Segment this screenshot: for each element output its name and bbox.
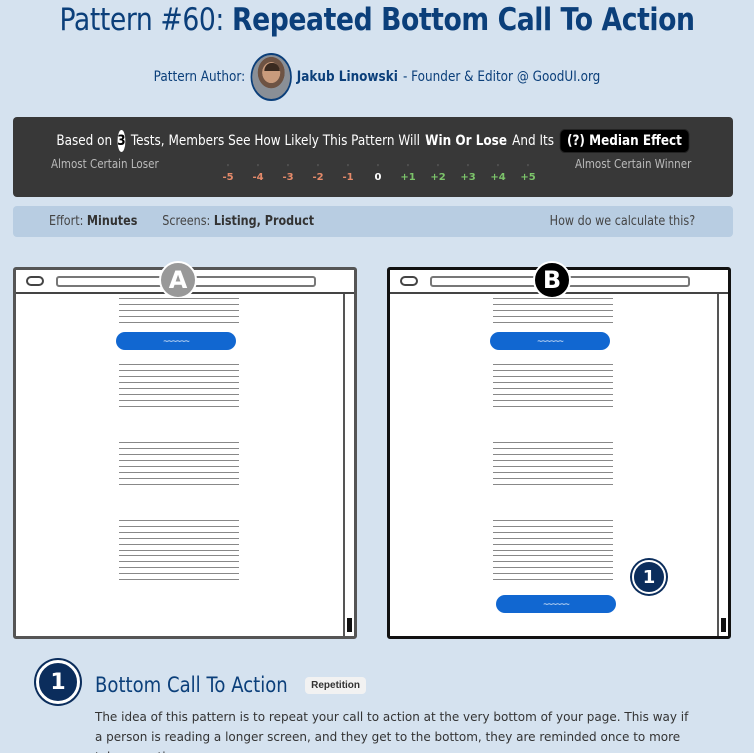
prediction-headline: Based on 3 Tests, Members See How Likely… (56, 129, 690, 153)
calculate-link[interactable]: How do we calculate this? (550, 214, 695, 229)
text-lines (119, 442, 239, 490)
author-role: - Founder & Editor @ GoodUI.org (403, 69, 601, 85)
author-name[interactable]: Jakub Linowski (297, 69, 398, 85)
scale-tick: -2 (303, 163, 333, 183)
text-lines (119, 364, 239, 412)
effort-bar: Effort: Minutes Screens: Listing, Produc… (13, 206, 733, 237)
title-prefix: Pattern #60: (59, 2, 224, 38)
scale-tick: +1 (393, 163, 423, 183)
prediction-panel: Based on 3 Tests, Members See How Likely… (13, 117, 733, 197)
change-marker-1[interactable]: 1 (632, 560, 666, 594)
text-lines (493, 520, 613, 556)
variant-a-label: A (159, 261, 197, 299)
median-effect-button[interactable]: (?) Median Effect (559, 129, 690, 153)
text-lines (493, 298, 613, 328)
page-title: Pattern #60: Repeated Bottom Call To Act… (53, 2, 701, 38)
title-name: Repeated Bottom Call To Action (231, 2, 695, 38)
effort-label: Effort: (49, 214, 84, 229)
feature-number-badge: 1 (36, 660, 80, 704)
text-lines (119, 520, 239, 556)
avatar[interactable] (250, 53, 292, 101)
screens-value: Listing, Product (213, 214, 315, 229)
effort-value: Minutes (86, 214, 138, 229)
author-label: Pattern Author: (153, 69, 246, 85)
feature-tag[interactable]: Repetition (305, 676, 367, 694)
scale-tick: -3 (273, 163, 303, 183)
likelihood-scale: -5-4-3-2-10+1+2+3+4+5 (213, 163, 543, 183)
feature-description: The idea of this pattern is to repeat yo… (95, 710, 689, 753)
scale-winner-label: Almost Certain Winner (574, 157, 691, 171)
cta-button: ~~~~~~ (116, 332, 236, 350)
text-lines (493, 555, 613, 585)
scale-tick: +3 (453, 163, 483, 183)
browser-dot-icon (400, 276, 418, 286)
scrollbar-thumb (347, 618, 352, 632)
effort-info: Effort: Minutes Screens: Listing, Produc… (49, 214, 314, 229)
scale-tick: +5 (513, 163, 543, 183)
scrollbar (343, 294, 354, 636)
tests-count-badge: 3 (117, 130, 126, 152)
text-lines (119, 298, 239, 328)
scale-tick: -5 (213, 163, 243, 183)
scale-tick: +4 (483, 163, 513, 183)
text-lines (119, 555, 239, 585)
scale-tick: -1 (333, 163, 363, 183)
scale-tick: +2 (423, 163, 453, 183)
scale-tick: -4 (243, 163, 273, 183)
scale-loser-label: Almost Certain Loser (51, 157, 159, 171)
scale-tick: 0 (363, 163, 393, 183)
win-or-lose-text: Win Or Lose (425, 133, 507, 149)
text-lines (493, 442, 613, 490)
variant-b-mockup: B ~~~~~~ 1 ~~~~~~ (387, 261, 731, 639)
headline-mid-text: Tests, Members See How Likely This Patte… (130, 133, 421, 149)
author-row: Pattern Author: Jakub Linowski - Founder… (53, 52, 701, 102)
browser-dot-icon (26, 276, 44, 286)
based-on-text: Based on (56, 133, 113, 149)
cta-button: ~~~~~~ (490, 332, 610, 350)
variant-b-label: B (533, 261, 571, 299)
and-its-text: And Its (512, 133, 555, 149)
feature-heading: Bottom Call To Action Repetition (95, 673, 367, 697)
bottom-cta-button: ~~~~~~ (496, 595, 616, 613)
variant-a-mockup: A ~~~~~~ (13, 261, 357, 639)
text-lines (493, 364, 613, 412)
scrollbar (717, 294, 728, 636)
scrollbar-thumb (721, 618, 726, 632)
screens-label: Screens: (162, 214, 211, 229)
feature-title: Bottom Call To Action (95, 673, 288, 697)
